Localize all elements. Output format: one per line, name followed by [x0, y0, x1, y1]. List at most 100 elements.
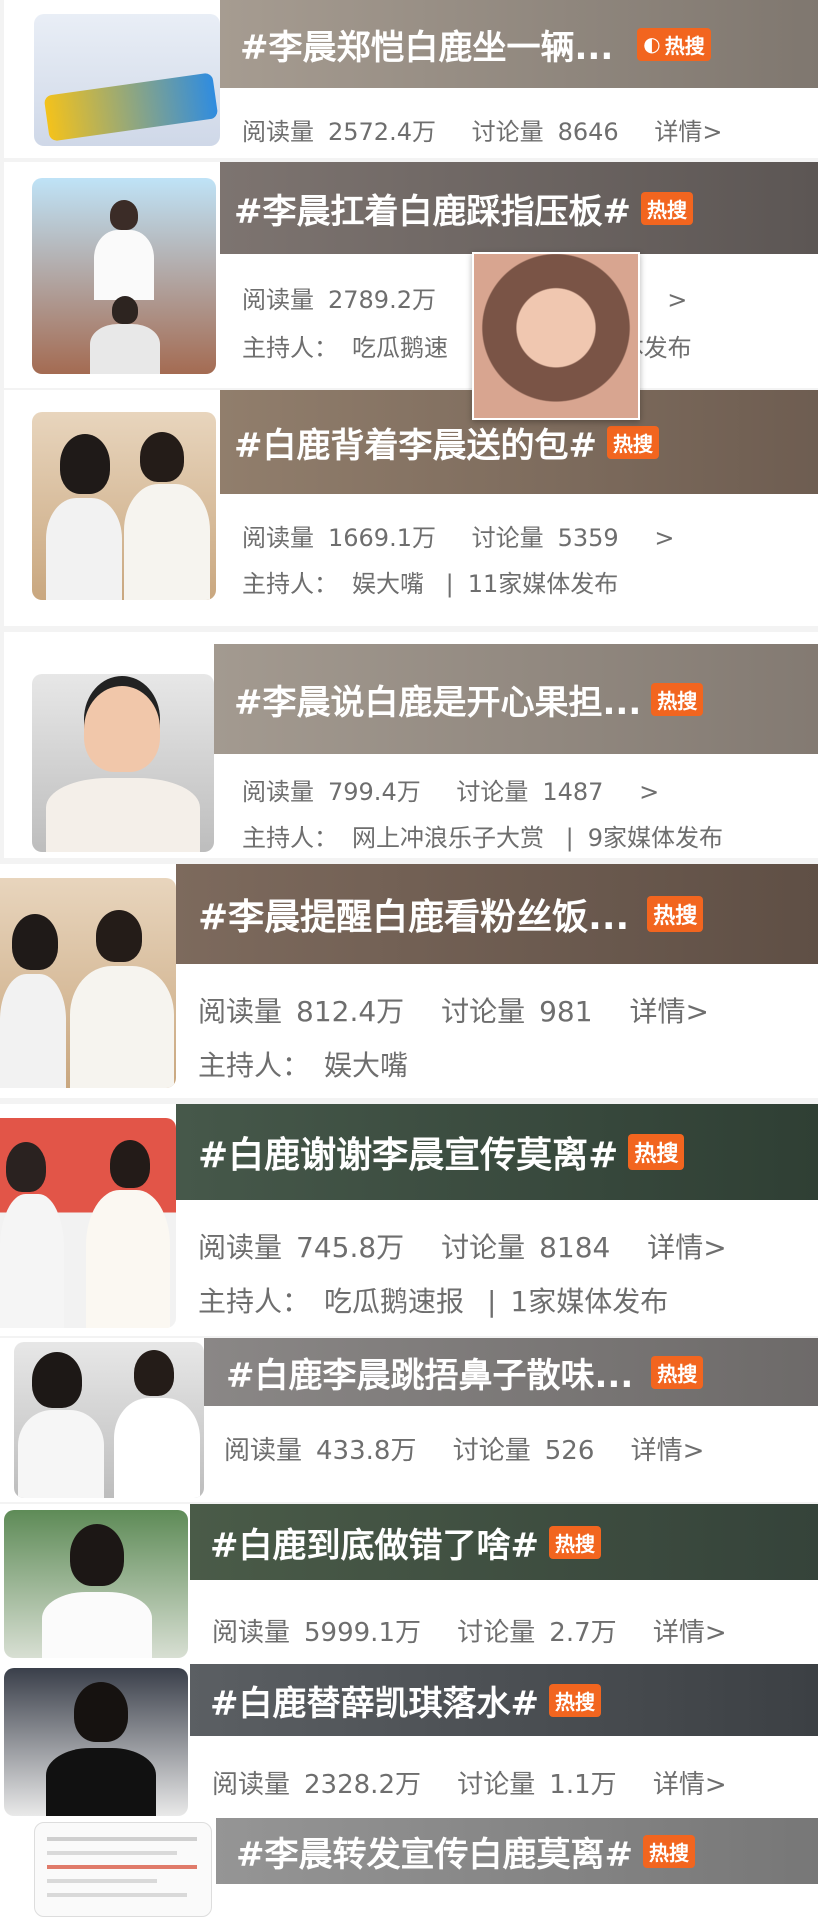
topic-card[interactable]: #李晨转发宣传白鹿莫离# 热搜	[0, 1818, 818, 1917]
topic-card[interactable]: #白鹿李晨跳捂鼻子散味... 热搜 阅读量 433.8万 讨论量 526 详情>	[0, 1338, 818, 1502]
stage-photo-icon	[32, 178, 216, 374]
topic-title-bar: #白鹿替薛凯琪落水# 热搜	[190, 1664, 818, 1736]
topic-card[interactable]: #李晨郑恺白鹿坐一辆... ◐ 热搜 阅读量 2572.4万 讨论量 8646 详情>	[4, 0, 818, 158]
hot-badge: 热搜	[640, 191, 693, 225]
read-count: 阅读量 812.4万	[198, 995, 405, 1028]
topic-stats: 阅读量 812.4万 讨论量 981 详情>	[198, 990, 723, 1030]
host-name[interactable]: 吃瓜鹅速	[352, 334, 448, 362]
detail-link[interactable]: 详情>	[653, 1618, 727, 1648]
media-separator: |	[486, 1285, 497, 1318]
topic-title-bar: #李晨提醒白鹿看粉丝饭... 热搜	[176, 864, 818, 964]
detail-link[interactable]: 详情>	[653, 1770, 727, 1800]
split-photo-icon	[0, 1118, 176, 1328]
document-screenshot-icon	[34, 1822, 212, 1917]
discuss-count: 讨论量 1.1万	[457, 1770, 617, 1800]
topic-stats: 阅读量 433.8万 讨论量 526 详情>	[224, 1430, 718, 1467]
topic-card[interactable]: #白鹿背着李晨送的包# 热搜 阅读量 1669.1万 讨论量 5359 > 主持人：…	[4, 390, 818, 626]
couple-photo-icon	[0, 878, 176, 1088]
topic-card[interactable]: #李晨扛着白鹿踩指压板# 热搜 阅读量2789.2万 讨 > 主持人：吃瓜鹅速 …	[4, 162, 818, 388]
topic-title-bar: #李晨说白鹿是开心果担... 热搜	[214, 644, 818, 754]
topic-stats: 阅读量 745.8万 讨论量 8184 详情>	[198, 1226, 741, 1266]
read-count: 阅读量 2328.2万	[212, 1770, 421, 1800]
read-count: 阅读量 433.8万	[224, 1436, 417, 1466]
hot-badge: 热搜	[548, 1683, 601, 1717]
discuss-count: 讨论量 1487	[456, 778, 604, 806]
read-count: 阅读量 2572.4万	[242, 118, 436, 146]
discuss-count: 讨论量 8184	[441, 1231, 611, 1264]
hot-badge: 热搜	[642, 1834, 695, 1868]
discuss-count: 讨论量 8646	[471, 118, 619, 146]
topic-host: 主持人： 娱大嘴	[198, 1049, 409, 1082]
detail-link[interactable]: 详情>	[647, 1231, 726, 1264]
topic-title-bar: #白鹿李晨跳捂鼻子散味... 热搜	[204, 1338, 818, 1406]
media-count: 11家媒体发布	[467, 570, 619, 598]
topic-card[interactable]: #李晨说白鹿是开心果担... 热搜 阅读量 799.4万 讨论量 1487 > 主持…	[4, 632, 818, 858]
topic-title[interactable]: #白鹿李晨跳捂鼻子散味...	[226, 1348, 633, 1397]
woman-photo-icon	[4, 1668, 188, 1816]
read-count: 阅读量 1669.1万	[242, 524, 436, 552]
topic-title[interactable]: #白鹿背着李晨送的包#	[234, 418, 597, 467]
topic-title[interactable]: #白鹿谢谢李晨宣传莫离#	[198, 1126, 618, 1178]
couple-photo-icon	[32, 412, 216, 600]
hot-search-collage: #李晨郑恺白鹿坐一辆... ◐ 热搜 阅读量 2572.4万 讨论量 8646 详情>…	[0, 0, 818, 1917]
media-separator: |	[445, 570, 454, 598]
topic-stats: 阅读量 5999.1万 讨论量 2.7万 详情>	[212, 1612, 741, 1649]
topic-title-bar: #李晨转发宣传白鹿莫离# 热搜	[216, 1818, 818, 1884]
topic-stats: 阅读量 2328.2万 讨论量 1.1万 详情>	[212, 1764, 741, 1801]
topic-title[interactable]: #李晨说白鹿是开心果担...	[234, 675, 641, 724]
topic-title-bar: #李晨郑恺白鹿坐一辆... ◐ 热搜	[220, 0, 818, 88]
topic-title-bar: #白鹿谢谢李晨宣传莫离# 热搜	[176, 1104, 818, 1200]
hot-badge: ◐ 热搜	[637, 27, 711, 61]
topic-title[interactable]: #白鹿替薛凯琪落水#	[210, 1676, 539, 1725]
read-count: 阅读量 799.4万	[242, 778, 421, 806]
topic-card[interactable]: #白鹿到底做错了啥# 热搜 阅读量 5999.1万 讨论量 2.7万 详情>	[0, 1504, 818, 1664]
detail-link[interactable]: 详情>	[629, 995, 708, 1028]
topic-title-bar: #白鹿到底做错了啥# 热搜	[190, 1504, 818, 1580]
topic-title[interactable]: #李晨转发宣传白鹿莫离#	[236, 1827, 633, 1876]
discuss-count: 讨论量 5359	[471, 524, 619, 552]
hot-badge: 热搜	[647, 896, 704, 932]
hot-badge: 热搜	[651, 1355, 704, 1389]
topic-title[interactable]: #李晨提醒白鹿看粉丝饭...	[198, 888, 629, 940]
hot-badge: 热搜	[628, 1134, 685, 1170]
topic-title[interactable]: #李晨扛着白鹿踩指压板#	[234, 184, 631, 233]
topic-stats: 阅读量 1669.1万 讨论量 5359 >	[242, 518, 688, 553]
host-name[interactable]: 网上冲浪乐子大赏	[352, 824, 544, 852]
host-name[interactable]: 娱大嘴	[352, 570, 424, 598]
topic-title[interactable]: #李晨郑恺白鹿坐一辆...	[240, 20, 613, 69]
read-count: 阅读量 5999.1万	[212, 1618, 421, 1648]
fire-icon: ◐	[643, 32, 661, 56]
topic-card[interactable]: #白鹿替薛凯琪落水# 热搜 阅读量 2328.2万 讨论量 1.1万 详情>	[0, 1664, 818, 1820]
duo-photo-icon	[14, 1342, 204, 1498]
topic-stats: 阅读量 2572.4万 讨论量 8646 详情>	[242, 112, 736, 147]
discuss-count: 讨论量 981	[441, 995, 593, 1028]
topic-host: 主持人： 娱大嘴 | 11家媒体发布	[242, 570, 619, 598]
discuss-count: 讨论量 2.7万	[457, 1618, 617, 1648]
hot-badge: 热搜	[548, 1525, 601, 1559]
detail-link[interactable]: 详情>	[654, 118, 722, 146]
hot-badge: 热搜	[651, 682, 704, 716]
topic-title-bar: #李晨扛着白鹿踩指压板# 热搜	[220, 162, 818, 254]
topic-stats: 阅读量 799.4万 讨论量 1487 >	[242, 772, 673, 807]
baby-photo-overlay	[472, 252, 640, 420]
media-count: 1家媒体发布	[510, 1285, 669, 1318]
hot-badge: 热搜	[606, 425, 659, 459]
media-count: 9家媒体发布	[587, 824, 724, 852]
detail-link[interactable]: >	[654, 524, 674, 552]
topic-title[interactable]: #白鹿到底做错了啥#	[210, 1518, 539, 1567]
read-count: 阅读量 2789.2万	[242, 286, 436, 314]
detail-link[interactable]: 详情>	[631, 1436, 705, 1466]
media-separator: |	[565, 824, 574, 852]
man-photo-icon	[32, 674, 214, 852]
topic-card[interactable]: #李晨提醒白鹿看粉丝饭... 热搜 阅读量 812.4万 讨论量 981 详情> 主…	[0, 864, 818, 1098]
host-name[interactable]: 吃瓜鹅速报	[324, 1285, 464, 1318]
host-name[interactable]: 娱大嘴	[324, 1049, 408, 1082]
topic-host: 主持人： 吃瓜鹅速报 | 1家媒体发布	[198, 1285, 669, 1318]
keep-running-logo-icon	[34, 14, 220, 146]
discuss-count: 讨论量 526	[452, 1436, 595, 1466]
topic-card[interactable]: #白鹿谢谢李晨宣传莫离# 热搜 阅读量 745.8万 讨论量 8184 详情> 主持…	[0, 1104, 818, 1336]
topic-host: 主持人： 网上冲浪乐子大赏 | 9家媒体发布	[242, 824, 724, 852]
woman-photo-icon	[4, 1510, 188, 1658]
detail-link[interactable]: >	[639, 778, 659, 806]
detail-link[interactable]: >	[667, 286, 687, 314]
